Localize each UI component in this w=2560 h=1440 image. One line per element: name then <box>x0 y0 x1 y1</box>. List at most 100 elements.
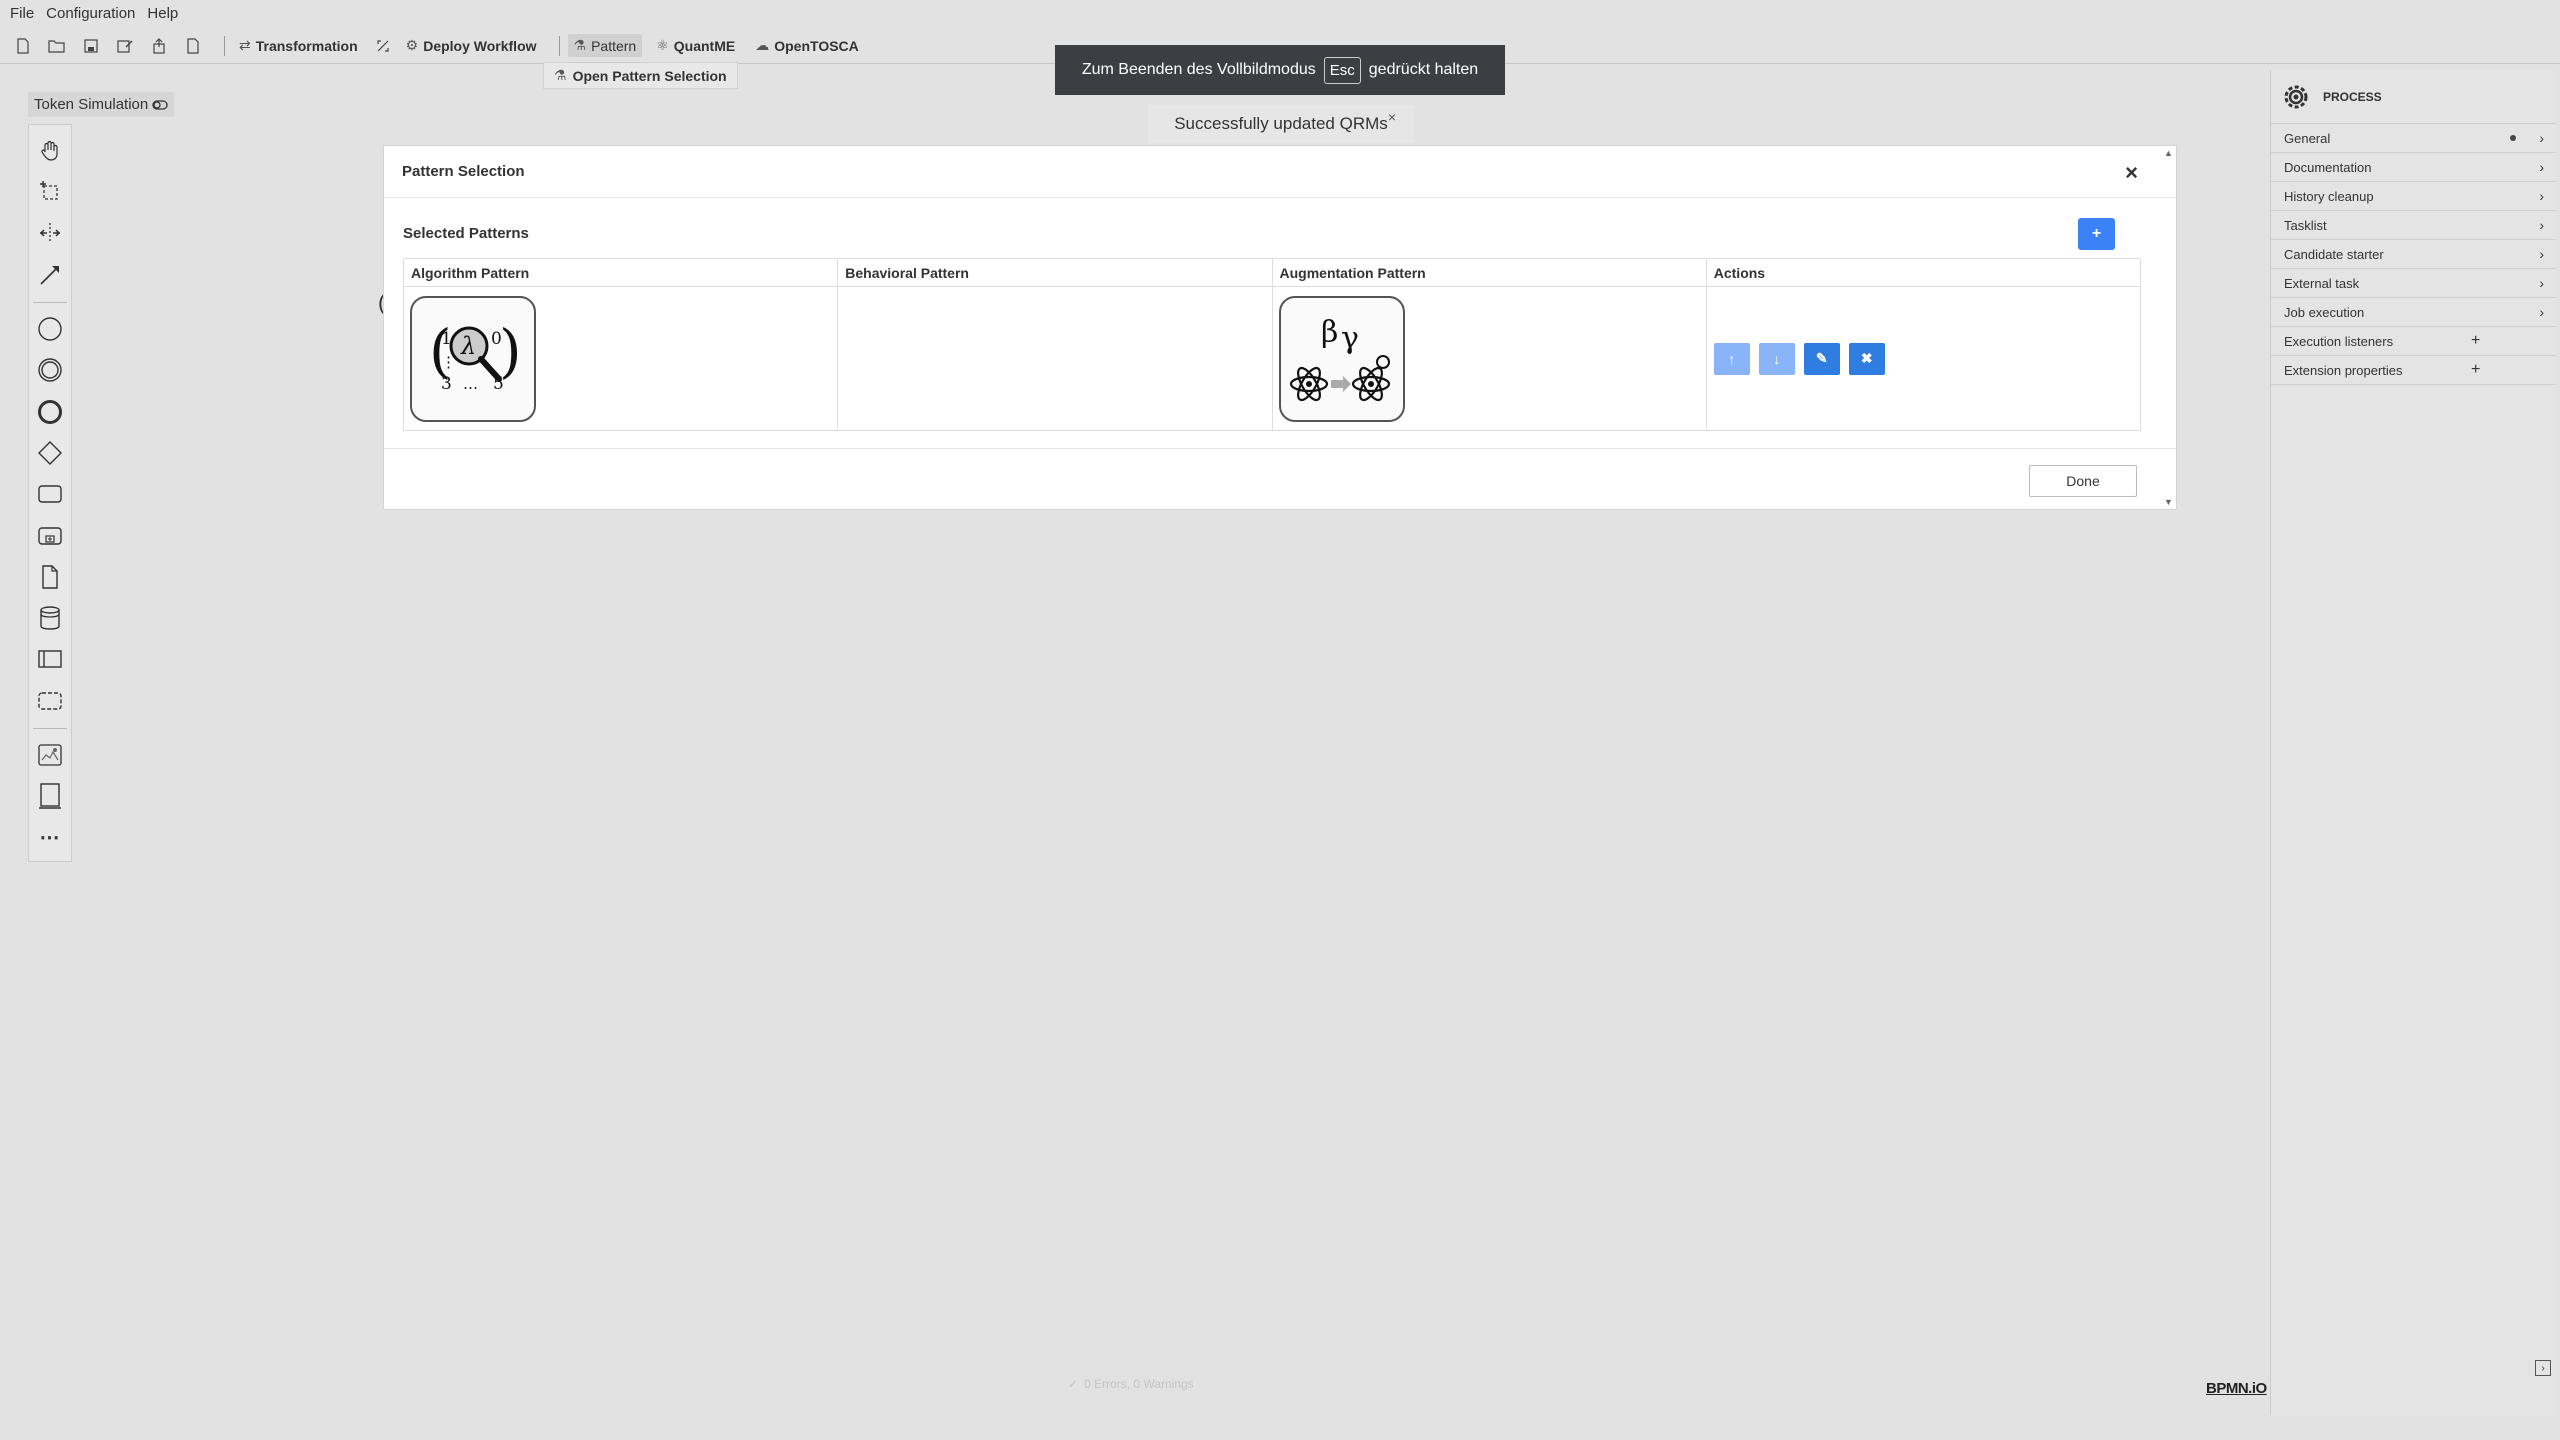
atom-icon: ⚛ <box>656 37 669 53</box>
svg-text:3: 3 <box>441 374 452 394</box>
chevron-right-icon: › <box>2539 304 2544 320</box>
export-icon[interactable] <box>148 35 170 57</box>
add-pattern-button[interactable]: + <box>2078 218 2115 250</box>
table-header-row: Algorithm Pattern Behavioral Pattern Aug… <box>402 258 2142 287</box>
move-up-button[interactable]: ↑ <box>1713 342 1750 375</box>
notification-text: Successfully updated QRMs <box>1174 114 1388 133</box>
scroll-up-icon[interactable]: ▲ <box>2164 148 2173 158</box>
group-execution-listeners[interactable]: Execution listeners + <box>2271 327 2556 356</box>
chevron-right-icon: › <box>2539 130 2544 146</box>
fullscreen-hint: Zum Beenden des Vollbildmodus Esc gedrüc… <box>1055 45 1505 95</box>
algorithm-pattern-image[interactable]: ( ) 1 ⋮ 3 … 0 5 λ <box>410 295 536 422</box>
link-icon[interactable] <box>372 35 394 57</box>
data-object-icon[interactable] <box>32 559 68 595</box>
menubar: File Configuration Help <box>0 0 178 26</box>
augmentation-pattern-image[interactable]: β γ <box>1278 295 1405 422</box>
properties-panel: PROCESS General › Documentation › Histor… <box>2270 70 2556 1415</box>
subprocess-icon[interactable] <box>32 518 68 554</box>
palette: ⋯ <box>28 124 72 862</box>
open-folder-icon[interactable] <box>46 35 68 57</box>
gateway-icon[interactable] <box>32 435 68 471</box>
check-icon: ✓ <box>1068 1377 1079 1391</box>
behavioral-pattern-cell <box>837 286 1273 431</box>
menu-file[interactable]: File <box>10 5 34 22</box>
augmentation-pattern-cell: β γ <box>1271 286 1707 431</box>
delete-button[interactable]: ✖ <box>1848 342 1885 375</box>
gear-icon: ⚙ <box>405 37 419 53</box>
pool-icon[interactable] <box>32 642 68 678</box>
scroll-down-icon[interactable]: ▼ <box>2164 497 2173 507</box>
more-icon[interactable]: ⋯ <box>32 820 68 856</box>
modal-title: Pattern Selection <box>402 163 525 180</box>
hand-tool-icon[interactable] <box>32 133 68 169</box>
svg-text:γ: γ <box>1341 321 1359 356</box>
column-header: Augmentation Pattern <box>1271 258 1707 287</box>
bpmn-io-logo[interactable]: BPMN.iO <box>2206 1380 2267 1397</box>
transformation-button[interactable]: ⇄ Transformation <box>233 34 364 57</box>
save-as-icon[interactable] <box>114 35 136 57</box>
pattern-icon: ⚗ <box>573 37 587 53</box>
patterns-table: Algorithm Pattern Behavioral Pattern Aug… <box>402 258 2142 431</box>
task-icon[interactable] <box>32 476 68 512</box>
palette-separator <box>33 302 67 304</box>
process-gear-icon <box>2284 85 2308 108</box>
end-event-icon[interactable] <box>32 394 68 430</box>
group-extension-properties[interactable]: Extension properties + <box>2271 356 2556 385</box>
pattern-selection-modal: Pattern Selection × ▲ ▼ Selected Pattern… <box>383 145 2177 510</box>
modal-footer-divider <box>384 448 2176 449</box>
actions-cell: ↑ ↓ ✎ ✖ <box>1705 286 2142 431</box>
document-icon[interactable] <box>182 35 204 57</box>
pattern-button[interactable]: ⚗ Pattern <box>567 34 643 57</box>
collapse-panel-icon[interactable]: › <box>2535 1360 2551 1376</box>
svg-text:λ: λ <box>460 332 476 360</box>
start-event-icon[interactable] <box>32 311 68 347</box>
deploy-workflow-button[interactable]: ⚙ Deploy Workflow <box>400 34 543 57</box>
notification-close-icon[interactable]: × <box>1388 109 1396 125</box>
data-store-icon[interactable] <box>32 600 68 636</box>
chevron-right-icon: › <box>2539 188 2544 204</box>
notification: Successfully updated QRMs × <box>1148 105 1414 143</box>
column-header: Algorithm Pattern <box>402 258 839 287</box>
transform-icon: ⇄ <box>239 37 251 53</box>
modal-scrollbar[interactable]: ▲ ▼ <box>2160 146 2176 509</box>
done-button[interactable]: Done <box>2029 465 2137 497</box>
chevron-right-icon: › <box>2539 275 2544 291</box>
save-icon[interactable] <box>80 35 102 57</box>
new-file-icon[interactable] <box>12 35 34 57</box>
table-row: ( ) 1 ⋮ 3 … 0 5 λ β γ ↑ ↓ ✎ ✖ <box>402 286 2142 431</box>
open-pattern-selection-item[interactable]: ⚗ Open Pattern Selection <box>543 62 738 89</box>
edit-button[interactable]: ✎ <box>1803 342 1840 375</box>
cloud-icon: ☁ <box>755 37 770 53</box>
frame-icon[interactable] <box>32 778 68 814</box>
toolbar-separator <box>558 35 560 56</box>
add-icon[interactable]: + <box>2471 332 2480 350</box>
group-tasklist[interactable]: Tasklist › <box>2271 211 2556 240</box>
algorithm-pattern-cell: ( ) 1 ⋮ 3 … 0 5 λ <box>402 286 839 431</box>
space-tool-icon[interactable] <box>32 216 68 252</box>
close-icon[interactable]: × <box>2125 160 2138 186</box>
opentosca-button[interactable]: ☁ OpenTOSCA <box>749 34 865 57</box>
group-general[interactable]: General › <box>2271 124 2556 153</box>
row-actions: ↑ ↓ ✎ ✖ <box>1713 342 2140 375</box>
intermediate-event-icon[interactable] <box>32 352 68 388</box>
move-down-button[interactable]: ↓ <box>1758 342 1795 375</box>
selected-patterns-heading: Selected Patterns <box>403 225 529 242</box>
group-documentation[interactable]: Documentation › <box>2271 153 2556 182</box>
linting-status[interactable]: ✓ 0 Errors, 0 Warnings <box>1068 1377 1194 1391</box>
group-candidate-starter[interactable]: Candidate starter › <box>2271 240 2556 269</box>
pattern-palette-icon[interactable] <box>32 737 68 773</box>
group-job-execution[interactable]: Job execution › <box>2271 298 2556 327</box>
menu-configuration[interactable]: Configuration <box>46 5 135 22</box>
augmentation-pattern-icon: β γ <box>1289 315 1390 401</box>
connect-tool-icon[interactable] <box>32 257 68 293</box>
menu-help[interactable]: Help <box>147 5 178 22</box>
lasso-tool-icon[interactable] <box>32 174 68 210</box>
group-external-task[interactable]: External task › <box>2271 269 2556 298</box>
group-icon[interactable] <box>32 683 68 719</box>
svg-text:…: … <box>463 375 478 393</box>
modal-header: Pattern Selection × <box>384 146 2176 198</box>
token-simulation-toggle[interactable]: Token Simulation <box>28 92 175 117</box>
quantme-button[interactable]: ⚛ QuantME <box>650 34 741 57</box>
add-icon[interactable]: + <box>2471 361 2480 379</box>
group-history-cleanup[interactable]: History cleanup › <box>2271 182 2556 211</box>
